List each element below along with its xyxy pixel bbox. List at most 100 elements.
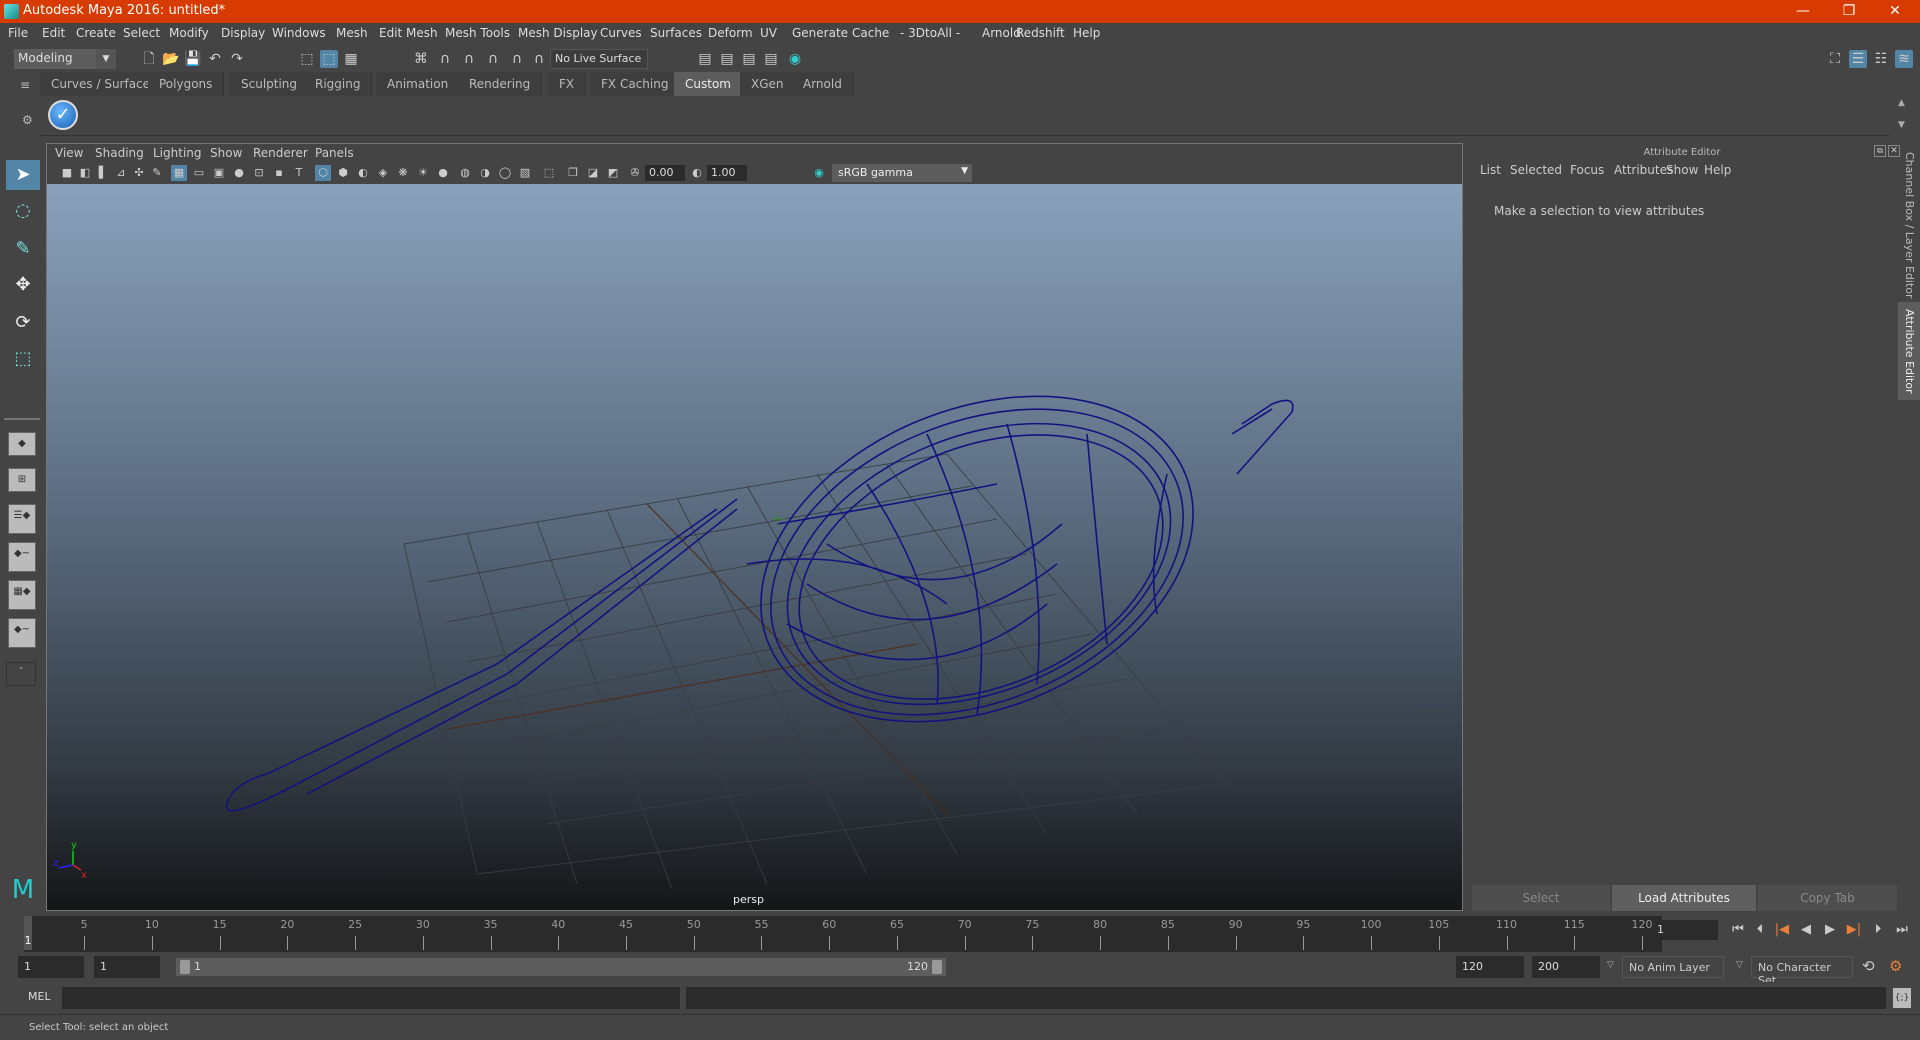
live-surface-field[interactable]: No Live Surface — [550, 49, 648, 69]
ae-menu-attributes[interactable]: Attributes — [1614, 163, 1673, 177]
exposure-field[interactable]: 0.00 — [645, 165, 685, 181]
minimize-button[interactable]: — — [1780, 0, 1826, 23]
antialiasing-icon[interactable]: ◯ — [497, 165, 513, 181]
hypershade-persp-layout-icon[interactable]: ▦◆ — [8, 580, 36, 610]
camera-attributes-icon[interactable]: ◧ — [77, 165, 93, 181]
menu-redshift[interactable]: Redshift — [1016, 26, 1065, 40]
load-attributes-button[interactable]: Load Attributes — [1612, 885, 1756, 911]
animation-start-field[interactable]: 1 — [18, 956, 84, 978]
gate-mask-icon[interactable]: ● — [231, 165, 247, 181]
resolution-gate-icon[interactable]: ▣ — [211, 165, 227, 181]
ambient-occlusion-icon[interactable]: ◍ — [457, 165, 473, 181]
shelf-tab-fx[interactable]: FX — [548, 72, 587, 96]
menu-display[interactable]: Display — [221, 26, 265, 40]
snap-edge-icon[interactable]: ∩ — [530, 50, 548, 68]
exposure-icon[interactable]: ✇ — [627, 165, 643, 181]
render-view-icon[interactable]: ▤ — [696, 50, 714, 68]
shelf-tab-custom[interactable]: Custom — [674, 72, 743, 96]
auto-key-icon[interactable]: ⟲ — [1862, 957, 1875, 975]
outliner-persp-layout-icon[interactable]: ☰◆ — [8, 504, 36, 534]
grid-toggle-icon[interactable]: ▦ — [171, 165, 187, 181]
menu-mesh-display[interactable]: Mesh Display — [518, 26, 598, 40]
gamma-icon[interactable]: ◐ — [689, 165, 705, 181]
field-chart-icon[interactable]: ⊡ — [251, 165, 267, 181]
depth-of-field-icon[interactable]: ▧ — [517, 165, 533, 181]
2d-pan-zoom-icon[interactable]: ✣ — [131, 165, 147, 181]
rotate-tool-icon[interactable]: ⟳ — [6, 308, 40, 338]
scale-tool-icon[interactable]: ⬚ — [6, 344, 40, 374]
go-to-end-icon[interactable]: ⏭ — [1892, 922, 1912, 940]
xray-icon[interactable]: ◈ — [375, 165, 391, 181]
shadows-icon[interactable]: ● — [435, 165, 451, 181]
select-tool-icon[interactable]: ➤ — [6, 160, 40, 190]
menu-create[interactable]: Create — [76, 26, 116, 40]
ae-menu-show[interactable]: Show — [1666, 163, 1698, 177]
anim-layer-dropdown[interactable]: No Anim Layer — [1622, 956, 1724, 978]
lasso-tool-icon[interactable]: ◌ — [6, 196, 40, 226]
render-settings-icon[interactable]: ▤ — [762, 50, 780, 68]
menu-select[interactable]: Select — [123, 26, 160, 40]
safe-title-icon[interactable]: T — [291, 165, 307, 181]
xray-active-icon[interactable]: ❐ — [565, 165, 581, 181]
play-forwards-icon[interactable]: ▶ — [1820, 922, 1840, 940]
viewport-menu-show[interactable]: Show — [210, 146, 242, 160]
script-language-label[interactable]: MEL — [28, 990, 51, 1003]
step-back-key-icon[interactable]: ⏴ — [1750, 922, 1770, 940]
custom-layout-button[interactable]: - — [6, 662, 36, 686]
character-set-dropdown[interactable]: No Character Set — [1751, 956, 1853, 987]
color-space-dropdown[interactable]: sRGB gamma ▼ — [832, 164, 972, 182]
char-set-chevron-icon[interactable]: ▽ — [1736, 960, 1743, 970]
shelf-scroll-down-icon[interactable]: ▼ — [1898, 120, 1905, 130]
undo-icon[interactable]: ↶ — [206, 50, 224, 68]
go-to-start-icon[interactable]: ⏮ — [1728, 922, 1748, 940]
menu-surfaces[interactable]: Surfaces — [650, 26, 702, 40]
bookmark-icon[interactable]: ▌ — [95, 165, 111, 181]
hypershade-icon[interactable]: ◉ — [786, 50, 804, 68]
menu-windows[interactable]: Windows — [272, 26, 326, 40]
panel-icon[interactable]: ◩ — [605, 165, 621, 181]
viewport-menu-view[interactable]: View — [55, 146, 83, 160]
snap-grid-icon[interactable]: ⌘ — [412, 50, 430, 68]
shelf-tab-animation[interactable]: Animation — [376, 72, 461, 96]
ipr-render-icon[interactable]: ▤ — [740, 50, 758, 68]
copy-tab-button[interactable]: Copy Tab — [1758, 885, 1897, 911]
restore-button[interactable]: ❐ — [1826, 0, 1872, 23]
menu-edit[interactable]: Edit — [42, 26, 65, 40]
tool-settings-icon[interactable]: ☷ — [1872, 50, 1890, 68]
ae-menu-focus[interactable]: Focus — [1570, 163, 1604, 177]
wireframe-icon[interactable]: ⬡ — [315, 165, 331, 181]
viewport-menu-shading[interactable]: Shading — [95, 146, 144, 160]
menu-edit-mesh[interactable]: Edit Mesh — [379, 26, 438, 40]
menu-3dtoall[interactable]: - 3DtoAll - — [900, 26, 960, 40]
snap-point-icon[interactable]: ∩ — [460, 50, 478, 68]
shelf-tab-rigging[interactable]: Rigging — [304, 72, 373, 96]
menu-generate[interactable]: Generate — [792, 26, 848, 40]
snap-view-icon[interactable]: ∩ — [484, 50, 502, 68]
animation-end-field[interactable]: 200 — [1532, 956, 1600, 978]
select-component-icon[interactable]: ▦ — [342, 50, 360, 68]
persp-outliner-graph-layout-icon[interactable]: ◆~ — [8, 618, 36, 648]
move-tool-icon[interactable]: ✥ — [6, 270, 40, 300]
current-frame-marker[interactable]: 1 — [24, 916, 32, 950]
range-start-handle[interactable] — [180, 960, 190, 974]
grease-pencil-icon[interactable]: ✎ — [149, 165, 165, 181]
image-plane-icon[interactable]: ⊿ — [113, 165, 129, 181]
save-scene-icon[interactable]: 💾 — [184, 50, 202, 68]
redo-icon[interactable]: ↷ — [228, 50, 246, 68]
default-light-icon[interactable]: ☀ — [415, 165, 431, 181]
film-gate-icon[interactable]: ▭ — [191, 165, 207, 181]
select-hierarchy-icon[interactable]: ⬚ — [298, 50, 316, 68]
snap-surface-icon[interactable]: ∩ — [508, 50, 526, 68]
animation-preferences-icon[interactable]: ⚙ — [1889, 957, 1902, 975]
menu-deform[interactable]: Deform — [708, 26, 753, 40]
menu-uv[interactable]: UV — [760, 26, 777, 40]
select-object-icon[interactable]: ⬚ — [320, 50, 338, 68]
shelf-tab-rendering[interactable]: Rendering — [458, 72, 543, 96]
new-scene-icon[interactable]: 🗋 — [140, 50, 158, 68]
hud-icon[interactable]: ◪ — [585, 165, 601, 181]
shelf-scroll-up-icon[interactable]: ▲ — [1898, 98, 1905, 108]
gamma-field[interactable]: 1.00 — [707, 165, 747, 181]
color-management-toggle-icon[interactable]: ◉ — [811, 165, 827, 181]
step-back-frame-icon[interactable]: |◀ — [1772, 922, 1792, 940]
select-button[interactable]: Select — [1472, 885, 1610, 911]
